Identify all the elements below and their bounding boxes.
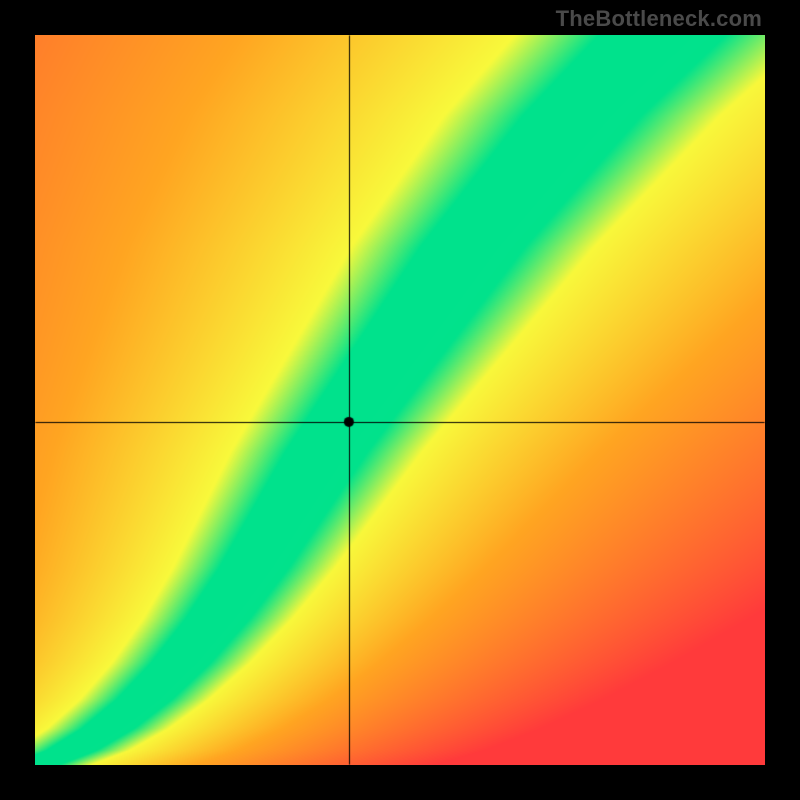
plot-area (35, 35, 765, 765)
chart-frame: TheBottleneck.com (0, 0, 800, 800)
watermark-text: TheBottleneck.com (556, 6, 762, 32)
bottleneck-heatmap (35, 35, 765, 765)
